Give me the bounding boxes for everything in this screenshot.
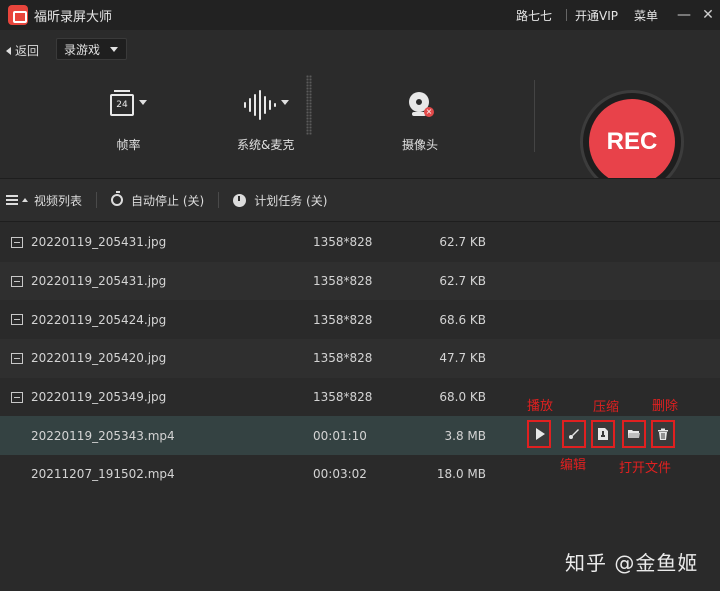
image-file-icon — [11, 275, 23, 287]
file-row[interactable]: 20220119_205420.jpg 1358*828 47.7 KB — [0, 339, 720, 378]
compress-button[interactable] — [591, 420, 615, 449]
annotation-compress: 压缩 — [593, 400, 620, 415]
divider — [218, 192, 220, 208]
brush-icon — [569, 429, 579, 440]
file-size: 62.7 KB — [439, 274, 486, 289]
file-size: 68.6 KB — [439, 312, 486, 327]
file-list: 20220119_205431.jpg 1358*828 62.7 KB 202… — [0, 223, 720, 494]
list-icon — [6, 195, 18, 205]
video-list-label: 视频列表 — [34, 193, 83, 208]
folder-icon — [628, 430, 640, 439]
stopwatch-icon — [111, 191, 124, 206]
edit-button[interactable] — [562, 420, 586, 449]
file-info: 00:01:10 — [313, 428, 367, 443]
drag-handle — [306, 75, 312, 135]
rec-button[interactable]: REC — [589, 99, 675, 185]
back-label: 返回 — [15, 44, 40, 58]
mode-select[interactable]: 录游戏 — [56, 38, 127, 60]
framerate-label: 帧率 — [116, 138, 141, 152]
file-size: 47.7 KB — [439, 351, 486, 366]
file-size: 3.8 MB — [444, 428, 486, 443]
annotation-delete: 删除 — [652, 399, 679, 414]
file-name: 20220119_205420.jpg — [31, 351, 167, 366]
minimize-icon[interactable]: — — [672, 0, 696, 30]
file-info: 1358*828 — [313, 390, 373, 405]
app-title: 福昕录屏大师 — [34, 9, 113, 25]
list-toolbar: 视频列表 自动停止 (关) 计划任务 (关) — [0, 178, 720, 222]
divider — [565, 9, 567, 21]
file-info: 1358*828 — [313, 312, 373, 327]
back-arrow-icon — [6, 46, 11, 55]
title-bar: 福昕录屏大师 路七七 开通VIP 菜单 — ✕ — [0, 0, 720, 30]
webcam-icon: × — [407, 92, 434, 118]
annotation-play: 播放 — [527, 399, 554, 414]
delete-button[interactable] — [651, 420, 675, 449]
menu-button[interactable]: 菜单 — [634, 7, 658, 24]
file-row[interactable]: 20220119_205431.jpg 1358*828 62.7 KB — [0, 223, 720, 262]
chevron-down-icon — [110, 47, 118, 52]
image-file-icon — [11, 391, 23, 403]
webcam-control[interactable]: × 摄像头 — [402, 88, 438, 153]
vip-button[interactable]: 开通VIP — [575, 7, 618, 24]
play-icon — [535, 428, 545, 441]
chevron-down-icon[interactable] — [281, 99, 290, 105]
back-button[interactable]: 返回 — [6, 42, 39, 59]
file-name: 20220119_205343.mp4 — [31, 428, 175, 443]
file-name: 20220119_205424.jpg — [31, 312, 167, 327]
file-info: 1358*828 — [313, 235, 373, 250]
watermark: 知乎 @金鱼姬 — [565, 551, 699, 575]
compress-icon — [598, 428, 608, 441]
image-file-icon — [11, 352, 23, 364]
divider — [96, 192, 98, 208]
chevron-down-icon[interactable] — [139, 99, 147, 105]
file-row[interactable]: 20211207_191502.mp4 00:03:02 18.0 MB — [0, 455, 720, 494]
trash-icon — [658, 428, 668, 440]
schedule-button[interactable]: 计划任务 (关) — [233, 192, 327, 209]
divider — [534, 80, 535, 152]
user-name[interactable]: 路七七 — [516, 7, 552, 24]
play-button[interactable] — [527, 420, 551, 449]
framerate-control[interactable]: 24 帧率 — [110, 88, 147, 153]
file-name: 20211207_191502.mp4 — [31, 467, 175, 482]
soundwave-icon — [244, 90, 277, 120]
image-file-icon — [11, 236, 23, 248]
file-info: 1358*828 — [313, 351, 373, 366]
file-size: 18.0 MB — [436, 467, 486, 482]
auto-stop-label: 自动停止 (关) — [131, 193, 205, 208]
open-folder-button[interactable] — [622, 420, 646, 449]
file-name: 20220119_205349.jpg — [31, 390, 167, 405]
image-file-icon — [11, 314, 23, 326]
audio-label: 系统&麦克 — [237, 138, 295, 152]
schedule-label: 计划任务 (关) — [254, 193, 328, 208]
file-size: 68.0 KB — [439, 390, 486, 405]
file-size: 62.7 KB — [439, 235, 486, 250]
file-name: 20220119_205431.jpg — [31, 274, 167, 289]
fps-icon: 24 — [110, 90, 134, 116]
close-icon[interactable]: ✕ — [696, 0, 720, 30]
file-info: 1358*828 — [313, 274, 373, 289]
auto-stop-button[interactable]: 自动停止 (关) — [111, 191, 205, 209]
file-row-selected[interactable]: 20220119_205343.mp4 00:01:10 3.8 MB — [0, 416, 720, 456]
audio-control[interactable]: 系统&麦克 — [237, 88, 294, 153]
chevron-up-icon — [22, 198, 28, 202]
mode-value: 录游戏 — [64, 42, 101, 57]
file-row[interactable]: 20220119_205424.jpg 1358*828 68.6 KB — [0, 300, 720, 339]
clock-icon — [233, 193, 247, 207]
annotation-edit: 编辑 — [560, 458, 587, 473]
app-logo-icon — [8, 5, 28, 25]
file-name: 20220119_205431.jpg — [31, 235, 167, 250]
file-info: 00:03:02 — [313, 467, 367, 482]
record-toolbar: 返回 录游戏 24 帧率 系统&麦克 × 摄像头 REC — [0, 30, 720, 194]
webcam-label: 摄像头 — [402, 138, 439, 152]
video-list-toggle[interactable]: 视频列表 — [0, 192, 82, 209]
title-actions: 路七七 开通VIP 菜单 — ✕ — [516, 0, 720, 30]
annotation-open-file: 打开文件 — [619, 461, 672, 476]
file-row[interactable]: 20220119_205431.jpg 1358*828 62.7 KB — [0, 261, 720, 301]
